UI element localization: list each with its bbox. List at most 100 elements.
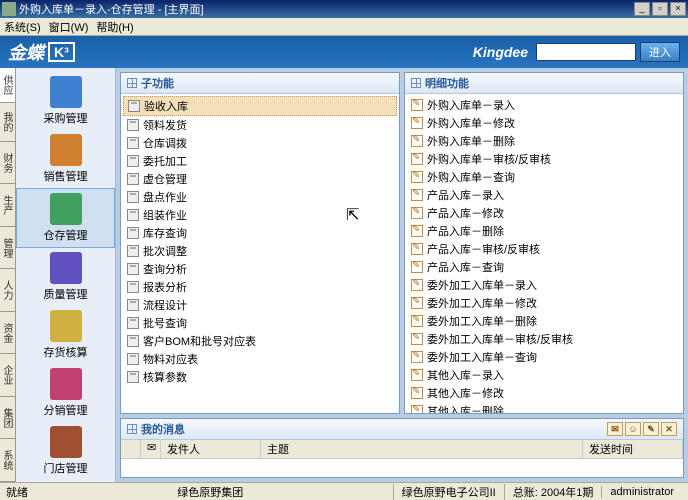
list-item[interactable]: 物料对应表 <box>123 350 397 368</box>
vtab-3[interactable]: 生产管理 <box>0 184 15 227</box>
edit-icon <box>411 387 423 399</box>
minimize-button[interactable]: _ <box>634 2 650 16</box>
list-item[interactable]: 核算参数 <box>123 368 397 386</box>
content-area: 子功能 验收入库领料发货仓库调拨委托加工虚仓管理盘点作业组装作业库存查询批次调整… <box>116 68 688 482</box>
list-item[interactable]: 产品入库－删除 <box>407 222 681 240</box>
list-item[interactable]: 流程设计 <box>123 296 397 314</box>
expand-icon[interactable] <box>411 78 421 88</box>
search-input[interactable] <box>536 43 636 61</box>
module-3[interactable]: 质量管理 <box>16 248 115 306</box>
item-label: 领料发货 <box>143 117 187 133</box>
list-item[interactable]: 委外加工入库单－查询 <box>407 348 681 366</box>
module-label: 采购管理 <box>16 110 115 126</box>
col-time[interactable]: 发送时间 <box>583 440 683 458</box>
list-item[interactable]: 产品入库－审核/反审核 <box>407 240 681 258</box>
edit-icon <box>411 171 423 183</box>
detail-function-panel: 明细功能 外购入库单－录入外购入库单－修改外购入库单－删除外购入库单－审核/反审… <box>404 72 684 414</box>
vtab-0[interactable]: 供应链 <box>0 68 15 103</box>
vtab-9[interactable]: 系统设置 <box>0 439 15 482</box>
list-item[interactable]: 产品入库－查询 <box>407 258 681 276</box>
edit-icon <box>411 99 423 111</box>
list-item[interactable]: 委外加工入库单－录入 <box>407 276 681 294</box>
item-label: 其他入库－删除 <box>427 403 504 413</box>
module-5[interactable]: 分销管理 <box>16 364 115 422</box>
brand-logo: 金蝶 <box>8 39 44 65</box>
vtab-4[interactable]: 管理会计 <box>0 227 15 270</box>
list-item[interactable]: 外购入库单－审核/反审核 <box>407 150 681 168</box>
list-item[interactable]: 产品入库－录入 <box>407 186 681 204</box>
module-1[interactable]: 销售管理 <box>16 130 115 188</box>
msg-tool-4[interactable]: ✕ <box>661 422 677 436</box>
list-item[interactable]: 其他入库－录入 <box>407 366 681 384</box>
maximize-button[interactable]: ▫ <box>652 2 668 16</box>
list-item[interactable]: 验收入库 <box>123 96 397 116</box>
expand-icon[interactable] <box>127 78 137 88</box>
doc-icon <box>127 119 139 131</box>
col-subject[interactable]: 主题 <box>261 440 583 458</box>
menu-window[interactable]: 窗口(W) <box>49 19 89 35</box>
list-item[interactable]: 报表分析 <box>123 278 397 296</box>
list-item[interactable]: 盘点作业 <box>123 188 397 206</box>
list-item[interactable]: 组装作业 <box>123 206 397 224</box>
module-2[interactable]: 仓存管理 <box>16 188 115 248</box>
list-item[interactable]: 虚仓管理 <box>123 170 397 188</box>
module-6[interactable]: 门店管理 <box>16 422 115 480</box>
doc-icon <box>127 335 139 347</box>
list-item[interactable]: 外购入库单－查询 <box>407 168 681 186</box>
footer-company: 绿色原野集团 <box>28 484 393 500</box>
doc-icon <box>128 100 140 112</box>
list-item[interactable]: 外购入库单－录入 <box>407 96 681 114</box>
item-label: 委外加工入库单－修改 <box>427 295 537 311</box>
window-title: 外购入库单－录入-仓存管理 - [主界面] <box>19 1 632 17</box>
col-sender[interactable]: 发件人 <box>161 440 261 458</box>
col-icon[interactable] <box>121 440 141 458</box>
list-item[interactable]: 客户BOM和批号对应表 <box>123 332 397 350</box>
list-item[interactable]: 外购入库单－删除 <box>407 132 681 150</box>
list-item[interactable]: 领料发货 <box>123 116 397 134</box>
list-item[interactable]: 委外加工入库单－审核/反审核 <box>407 330 681 348</box>
doc-icon <box>127 317 139 329</box>
expand-icon[interactable] <box>127 424 137 434</box>
list-item[interactable]: 仓库调拨 <box>123 134 397 152</box>
menu-system[interactable]: 系统(S) <box>4 19 41 35</box>
vtab-5[interactable]: 人力资源 <box>0 269 15 312</box>
list-item[interactable]: 库存查询 <box>123 224 397 242</box>
doc-icon <box>127 263 139 275</box>
vtab-2[interactable]: 财务会计 <box>0 142 15 185</box>
msg-tool-2[interactable]: ☺ <box>625 422 641 436</box>
list-item[interactable]: 外购入库单－修改 <box>407 114 681 132</box>
list-item[interactable]: 批次调整 <box>123 242 397 260</box>
vtab-7[interactable]: 企业绩效 <box>0 354 15 397</box>
list-item[interactable]: 委外加工入库单－修改 <box>407 294 681 312</box>
col-flag[interactable]: ✉ <box>141 440 161 458</box>
doc-icon <box>127 155 139 167</box>
vtab-6[interactable]: 资金管理 <box>0 312 15 355</box>
msg-tool-1[interactable]: ✉ <box>607 422 623 436</box>
msg-tool-3[interactable]: ✎ <box>643 422 659 436</box>
vtab-1[interactable]: 我的K/3 <box>0 103 15 142</box>
status-period: 总账: 2004年1期 <box>504 484 602 500</box>
menu-help[interactable]: 帮助(H) <box>96 19 133 35</box>
module-4[interactable]: 存货核算 <box>16 306 115 364</box>
status-ready: 就绪 <box>6 484 28 500</box>
list-item[interactable]: 产品入库－修改 <box>407 204 681 222</box>
item-label: 物料对应表 <box>143 351 198 367</box>
go-button[interactable]: 进入 <box>640 42 680 62</box>
edit-icon <box>411 315 423 327</box>
module-0[interactable]: 采购管理 <box>16 72 115 130</box>
list-item[interactable]: 委托加工 <box>123 152 397 170</box>
module-label: 仓存管理 <box>17 227 114 243</box>
list-item[interactable]: 其他入库－删除 <box>407 402 681 413</box>
module-label: 质量管理 <box>16 286 115 302</box>
close-button[interactable]: × <box>670 2 686 16</box>
edit-icon <box>411 279 423 291</box>
module-icon <box>50 368 82 400</box>
vtab-8[interactable]: 集团汇总 <box>0 397 15 440</box>
item-label: 批次调整 <box>143 243 187 259</box>
brand-bar: 金蝶 K³ Kingdee 进入 <box>0 36 688 68</box>
list-item[interactable]: 委外加工入库单－删除 <box>407 312 681 330</box>
list-item[interactable]: 查询分析 <box>123 260 397 278</box>
list-item[interactable]: 其他入库－修改 <box>407 384 681 402</box>
module-label: 销售管理 <box>16 168 115 184</box>
list-item[interactable]: 批号查询 <box>123 314 397 332</box>
